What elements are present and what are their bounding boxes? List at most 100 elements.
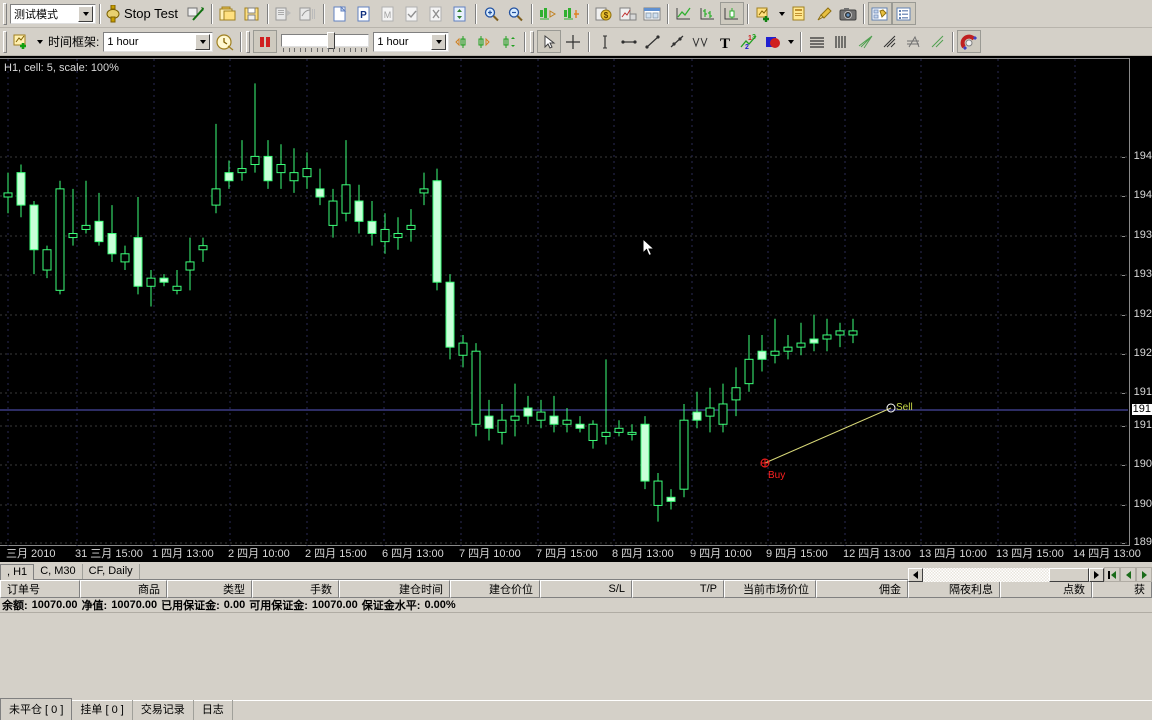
open-folder-button[interactable]: [216, 2, 240, 25]
bar-next-button[interactable]: [473, 30, 497, 53]
chevron-down-icon-2[interactable]: [195, 34, 210, 50]
terminal-tab-0[interactable]: 未平仓 [ 0 ]: [0, 698, 72, 720]
balance-value: 10070.00: [32, 599, 78, 611]
nav-next-button[interactable]: [1136, 567, 1152, 582]
terminal-tabs[interactable]: 未平仓 [ 0 ]挂单 [ 0 ]交易记录日志: [0, 700, 1152, 720]
vertical-line-button[interactable]: [593, 30, 617, 53]
fibo-timezones-button[interactable]: [901, 30, 925, 53]
toolbar-grip-2[interactable]: [3, 31, 7, 53]
screenshot-button[interactable]: [836, 2, 860, 25]
pause-button[interactable]: [253, 30, 277, 53]
navigator-button[interactable]: [640, 2, 664, 25]
line-chart-button[interactable]: [672, 2, 696, 25]
fibo-channel-button[interactable]: [925, 30, 949, 53]
horizontal-line-button[interactable]: [617, 30, 641, 53]
brush-button[interactable]: [812, 2, 836, 25]
text-label-button[interactable]: 1 3 2: [737, 30, 761, 53]
terminal-tab-1[interactable]: 挂单 [ 0 ]: [72, 699, 132, 720]
add-indicator-dropdown[interactable]: [34, 30, 46, 53]
auto-scroll-button[interactable]: [536, 2, 560, 25]
column-header[interactable]: 建仓时间: [339, 580, 450, 598]
add-indicator-button[interactable]: [10, 30, 34, 53]
chevron-down-icon-3[interactable]: [431, 34, 446, 50]
chart-shift-button[interactable]: [560, 2, 584, 25]
period-separator-button[interactable]: [213, 30, 237, 53]
column-header[interactable]: 订单号: [0, 580, 80, 598]
profile-button[interactable]: P: [352, 2, 376, 25]
trendline-button[interactable]: [641, 30, 665, 53]
skip-button[interactable]: [184, 2, 208, 25]
mail-button[interactable]: M: [376, 2, 400, 25]
fibo-arcs-button[interactable]: [877, 30, 901, 53]
close-chart-button[interactable]: [424, 2, 448, 25]
nav-prev-button[interactable]: [1120, 567, 1136, 582]
cursor-button[interactable]: [537, 30, 561, 53]
save-chart-button[interactable]: [240, 2, 264, 25]
period-combo[interactable]: 1 hour: [373, 32, 449, 52]
scroll-left-button[interactable]: [908, 568, 923, 582]
time-axis[interactable]: 三月 201031 三月 15:001 四月 13:002 四月 10:002 …: [0, 546, 1152, 562]
terminal-tab-3[interactable]: 日志: [194, 699, 233, 720]
time-axis-label: 7 四月 10:00: [459, 545, 521, 561]
new-chart-button[interactable]: [328, 2, 352, 25]
scrollbar-track[interactable]: [923, 568, 1089, 582]
test-speed-slider[interactable]: [281, 31, 369, 53]
slider-thumb[interactable]: [327, 32, 335, 49]
toolbar-grip-4[interactable]: [530, 31, 534, 53]
timeframe-combo[interactable]: 1 hour: [103, 32, 213, 52]
chart-canvas[interactable]: H1, cell: 5, scale: 100% BuySell 1941941…: [0, 56, 1152, 562]
shapes-button[interactable]: [761, 30, 785, 53]
nav-first-button[interactable]: [1104, 567, 1120, 582]
chart-tab-0[interactable]: , H1: [0, 564, 34, 580]
text-button[interactable]: T: [713, 30, 737, 53]
zoom-in-button[interactable]: [480, 2, 504, 25]
toolbar-grip-3[interactable]: [246, 31, 250, 53]
column-header[interactable]: 佣金: [816, 580, 908, 598]
column-header[interactable]: T/P: [632, 580, 724, 598]
shapes-dropdown[interactable]: [785, 30, 797, 53]
candle-chart-button[interactable]: [720, 2, 744, 25]
scrollbar-thumb[interactable]: [1049, 568, 1089, 582]
check-button[interactable]: [400, 2, 424, 25]
bar-prev-button[interactable]: [449, 30, 473, 53]
price-axis[interactable]: 194194193193192192191191190190189189191: [1122, 56, 1152, 546]
toolbar-grip[interactable]: [3, 3, 7, 25]
chart-tab-2[interactable]: CF, Daily: [83, 564, 140, 579]
indicators-button[interactable]: [752, 2, 776, 25]
fibo-fan-button[interactable]: [853, 30, 877, 53]
zoom-out-button[interactable]: [504, 2, 528, 25]
terminal-tab-2[interactable]: 交易记录: [133, 699, 194, 720]
stop-test-button[interactable]: Stop Test: [104, 5, 184, 23]
column-header[interactable]: 建仓价位: [450, 580, 540, 598]
list-view-button[interactable]: [892, 2, 916, 25]
chart-svg[interactable]: BuySell: [0, 56, 1152, 562]
expert-advisor-button[interactable]: [448, 2, 472, 25]
slider-track[interactable]: [281, 34, 369, 47]
bar-chart-button[interactable]: [696, 2, 720, 25]
fibo-lines-button[interactable]: [829, 30, 853, 53]
magnet-button[interactable]: [957, 30, 981, 53]
column-header[interactable]: S/L: [540, 580, 632, 598]
indicators-dropdown[interactable]: [776, 2, 788, 25]
trendline-ray-button[interactable]: [665, 30, 689, 53]
scroll-right-button[interactable]: [1089, 568, 1104, 582]
templates-button[interactable]: [788, 2, 812, 25]
column-header[interactable]: 类型: [167, 580, 252, 598]
test-mode-combo[interactable]: 测试模式: [10, 4, 96, 24]
chevron-down-icon[interactable]: [78, 6, 93, 22]
paste-button[interactable]: [296, 2, 320, 25]
chart-horizontal-scrollbar[interactable]: [908, 566, 1152, 583]
chart-tab-1[interactable]: C, M30: [34, 564, 82, 579]
terminal-rows-area[interactable]: [0, 613, 1152, 700]
copy-button[interactable]: [272, 2, 296, 25]
channel-button[interactable]: [689, 30, 713, 53]
market-watch-button[interactable]: $: [592, 2, 616, 25]
data-window-button[interactable]: [616, 2, 640, 25]
column-header[interactable]: 商品: [80, 580, 167, 598]
bar-size-button[interactable]: [497, 30, 521, 53]
cycle-lines-button[interactable]: [805, 30, 829, 53]
column-header[interactable]: 当前市场价位: [724, 580, 816, 598]
column-header[interactable]: 手数: [252, 580, 339, 598]
properties-button[interactable]: [868, 2, 892, 25]
crosshair-button[interactable]: [561, 30, 585, 53]
